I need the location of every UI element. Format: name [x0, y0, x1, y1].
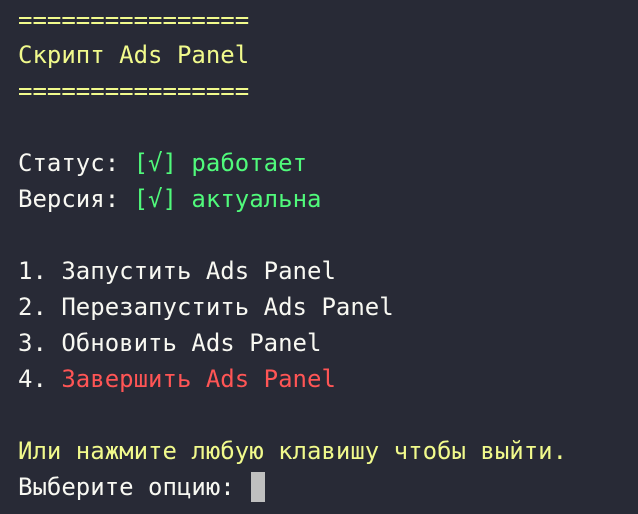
menu-item-number: 1. [18, 257, 47, 285]
version-line: Версия: [√] актуальна [18, 181, 321, 217]
version-label: Версия: [18, 185, 120, 213]
menu-item-number: 4. [18, 365, 47, 393]
status-line: Статус: [√] работает [18, 145, 307, 181]
status-value: работает [191, 149, 308, 177]
menu-item-number: 2. [18, 293, 47, 321]
terminal-window[interactable]: ================ Скрипт Ads Panel ======… [18, 0, 638, 514]
header-rule-top: ================ [18, 6, 250, 34]
script-title: Скрипт Ads Panel [18, 41, 250, 69]
status-check-icon: [√] [133, 149, 177, 177]
exit-hint: Или нажмите любую клавишу чтобы выйти. [18, 437, 568, 465]
menu-item-start[interactable]: 1. Запустить Ads Panel [18, 253, 336, 289]
menu-item-update[interactable]: 3. Обновить Ads Panel [18, 325, 321, 361]
menu-item-label: Обновить Ads Panel [61, 329, 322, 357]
header-rule-bottom: ================ [18, 77, 250, 105]
menu-item-restart[interactable]: 2. Перезапустить Ads Panel [18, 289, 394, 325]
menu-item-stop[interactable]: 4. Завершить Ads Panel [18, 361, 336, 397]
version-value: актуальна [191, 185, 322, 213]
text-cursor[interactable] [251, 472, 266, 502]
menu-item-label: Перезапустить Ads Panel [61, 293, 394, 321]
input-prompt: Выберите опцию: [18, 473, 235, 501]
version-check-icon: [√] [133, 185, 177, 213]
menu-item-label: Завершить Ads Panel [61, 365, 336, 393]
menu-item-label: Запустить Ads Panel [61, 257, 336, 285]
status-label: Статус: [18, 149, 120, 177]
input-prompt-line[interactable]: Выберите опцию: [18, 469, 266, 505]
menu-item-number: 3. [18, 329, 47, 357]
